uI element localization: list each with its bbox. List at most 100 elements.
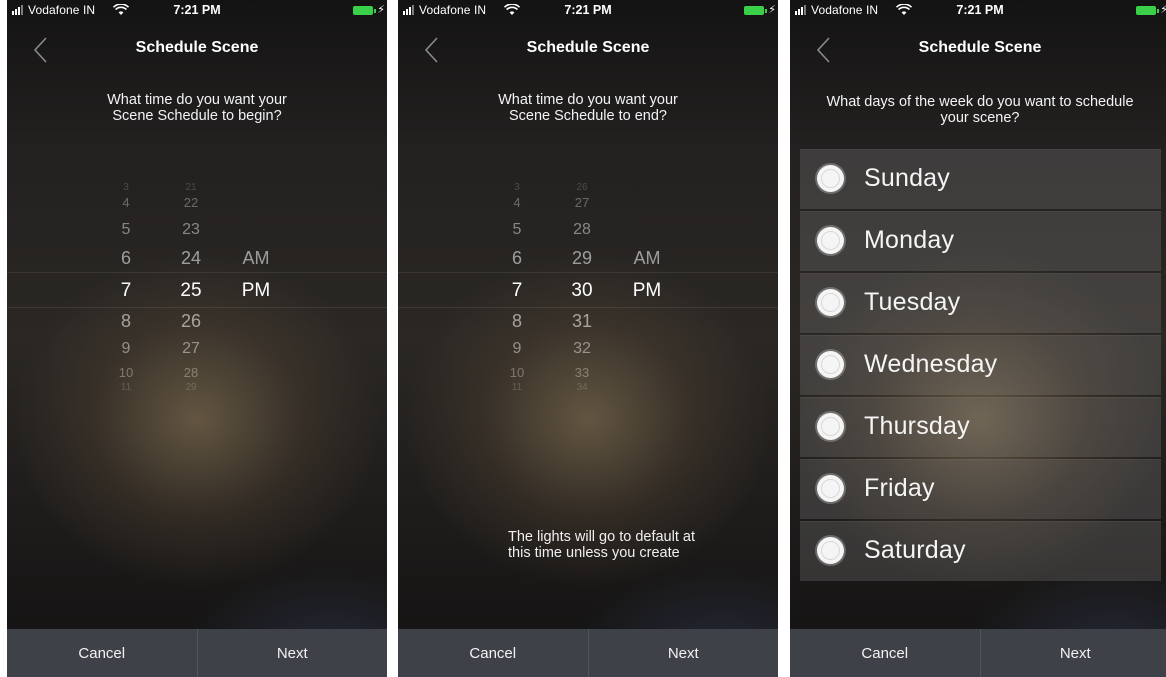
question-line-2: your scene? (940, 110, 1020, 126)
next-button[interactable]: Next (589, 629, 779, 677)
cancel-button[interactable]: Cancel (7, 629, 197, 677)
schedule-start-screen: Vodafone IN 7:21 PM ⚡ Schedule Scene Wha… (7, 0, 387, 677)
hour-option[interactable]: 5 (106, 222, 146, 238)
charging-bolt-icon: ⚡ (768, 4, 776, 16)
day-row-friday[interactable]: Friday (800, 459, 1161, 519)
day-row-sunday[interactable]: Sunday (800, 149, 1161, 209)
hour-selected[interactable]: 7 (497, 281, 537, 300)
battery-cap (374, 9, 376, 13)
hour-option[interactable]: 11 (106, 383, 146, 393)
minute-option[interactable]: 29 (171, 383, 211, 393)
hour-option[interactable]: 5 (497, 222, 537, 238)
question-line-2: Scene Schedule to begin? (112, 108, 282, 124)
minute-option[interactable]: 33 (562, 366, 602, 379)
minute-option[interactable]: 23 (171, 222, 211, 238)
page-title: Schedule Scene (135, 39, 259, 56)
minute-option[interactable]: 21 (171, 183, 211, 193)
bottom-action-bar: Cancel Next (7, 629, 387, 677)
next-button[interactable]: Next (198, 629, 388, 677)
hour-option[interactable]: 3 (106, 183, 146, 193)
battery-icon (1136, 6, 1156, 15)
day-label: Friday (864, 474, 935, 502)
status-time: 7:21 PM (564, 3, 612, 17)
hour-option[interactable]: 11 (497, 383, 537, 393)
minute-selected[interactable]: 25 (171, 281, 211, 300)
radio-unselected-icon[interactable] (817, 165, 844, 192)
day-label: Tuesday (864, 288, 961, 316)
day-label: Sunday (864, 164, 950, 192)
hour-option[interactable]: 10 (106, 366, 146, 379)
next-button[interactable]: Next (981, 629, 1166, 677)
status-time: 7:21 PM (173, 3, 221, 17)
hour-option[interactable]: 9 (497, 341, 537, 357)
minute-option[interactable]: 34 (562, 383, 602, 393)
battery-cap (1157, 9, 1159, 13)
hour-option[interactable]: 8 (497, 312, 537, 330)
question-line-1: What time do you want your (498, 92, 678, 108)
days-question: What days of the week do you want to sch… (790, 94, 1166, 126)
status-time: 7:21 PM (956, 3, 1004, 17)
hour-option[interactable]: 4 (106, 196, 146, 209)
cancel-button[interactable]: Cancel (790, 629, 980, 677)
schedule-end-screen: Vodafone IN 7:21 PM ⚡ Schedule Scene Wha… (398, 0, 778, 677)
end-time-question: What time do you want your Scene Schedul… (398, 92, 778, 124)
day-label: Wednesday (864, 350, 998, 378)
minute-option[interactable]: 28 (562, 222, 602, 238)
charging-bolt-icon: ⚡ (1160, 4, 1166, 16)
day-label: Monday (864, 226, 955, 254)
minute-option[interactable]: 22 (171, 196, 211, 209)
period-option[interactable]: AM (627, 249, 667, 267)
battery-icon (353, 6, 373, 15)
hour-option[interactable]: 4 (497, 196, 537, 209)
status-bar: Vodafone IN 7:21 PM ⚡ (398, 0, 778, 22)
minute-option[interactable]: 24 (171, 249, 211, 267)
status-bar: Vodafone IN 7:21 PM ⚡ (790, 0, 1166, 22)
note-line-1: The lights will go to default at (508, 529, 695, 545)
minute-option[interactable]: 32 (562, 341, 602, 357)
hour-option[interactable]: 8 (106, 312, 146, 330)
day-row-wednesday[interactable]: Wednesday (800, 335, 1161, 395)
battery-icon (744, 6, 764, 15)
radio-unselected-icon[interactable] (817, 289, 844, 316)
hour-option[interactable]: 10 (497, 366, 537, 379)
hour-option[interactable]: 3 (497, 183, 537, 193)
radio-unselected-icon[interactable] (817, 537, 844, 564)
day-row-monday[interactable]: Monday (800, 211, 1161, 271)
charging-bolt-icon: ⚡ (377, 4, 385, 16)
minute-selected[interactable]: 30 (562, 281, 602, 300)
day-row-tuesday[interactable]: Tuesday (800, 273, 1161, 333)
battery-cap (765, 9, 767, 13)
page-title: Schedule Scene (526, 39, 650, 56)
day-row-thursday[interactable]: Thursday (800, 397, 1161, 457)
radio-unselected-icon[interactable] (817, 475, 844, 502)
page-title: Schedule Scene (918, 39, 1042, 56)
start-time-question: What time do you want your Scene Schedul… (7, 92, 387, 124)
radio-unselected-icon[interactable] (817, 413, 844, 440)
schedule-days-screen: Vodafone IN 7:21 PM ⚡ Schedule Scene Wha… (790, 0, 1166, 677)
status-bar: Vodafone IN 7:21 PM ⚡ (7, 0, 387, 22)
day-row-saturday[interactable]: Saturday (800, 521, 1161, 581)
period-selected[interactable]: PM (627, 281, 667, 300)
minute-option[interactable]: 26 (562, 183, 602, 193)
day-list: Sunday Monday Tuesday Wednesday Thursday… (800, 149, 1161, 583)
period-option[interactable]: AM (236, 249, 276, 267)
minute-option[interactable]: 27 (562, 196, 602, 209)
default-lights-note: The lights will go to default at this ti… (508, 529, 695, 561)
radio-unselected-icon[interactable] (817, 351, 844, 378)
hour-option[interactable]: 6 (497, 249, 537, 267)
minute-option[interactable]: 27 (171, 341, 211, 357)
bottom-action-bar: Cancel Next (790, 629, 1166, 677)
minute-option[interactable]: 31 (562, 312, 602, 330)
radio-unselected-icon[interactable] (817, 227, 844, 254)
hour-option[interactable]: 6 (106, 249, 146, 267)
bottom-action-bar: Cancel Next (398, 629, 778, 677)
minute-option[interactable]: 26 (171, 312, 211, 330)
minute-option[interactable]: 28 (171, 366, 211, 379)
hour-option[interactable]: 9 (106, 341, 146, 357)
day-label: Thursday (864, 412, 970, 440)
cancel-button[interactable]: Cancel (398, 629, 588, 677)
question-line-2: Scene Schedule to end? (508, 108, 667, 124)
hour-selected[interactable]: 7 (106, 281, 146, 300)
period-selected[interactable]: PM (236, 281, 276, 300)
minute-option[interactable]: 29 (562, 249, 602, 267)
